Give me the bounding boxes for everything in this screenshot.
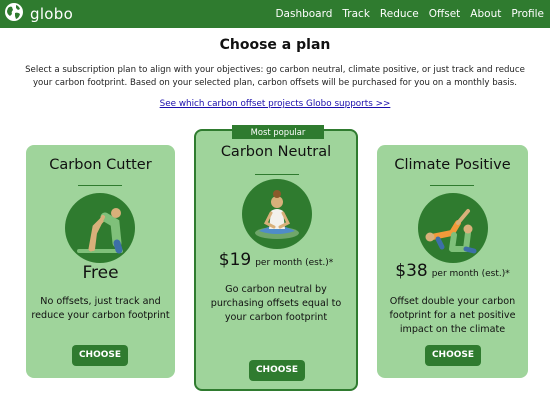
forward-bend-pose-icon [65, 193, 135, 263]
plan-card-carbon-neutral: Most popular Carbon Neutral $19 per mont… [194, 125, 358, 391]
title-divider [255, 174, 299, 175]
choose-carbon-cutter-button[interactable]: CHOOSE [72, 345, 128, 366]
most-popular-badge: Most popular [232, 125, 324, 139]
brand-name: globo [30, 5, 74, 23]
globe-icon [4, 2, 24, 26]
plan-price: $38 [395, 261, 428, 281]
brand-logo[interactable]: globo [4, 3, 73, 25]
plan-title: Carbon Neutral [220, 144, 332, 160]
plan-description: Offset double your carbon footprint for … [389, 296, 516, 335]
plan-price: Free [82, 263, 119, 283]
partner-yoga-pose-icon [418, 193, 488, 263]
page-description: Select a subscription plan to align with… [25, 65, 525, 88]
plan-price-unit: per month (est.)* [255, 258, 334, 268]
plan-description: Go carbon neutral by purchasing offsets … [210, 284, 342, 323]
title-divider [78, 185, 122, 186]
nav-link-profile[interactable]: Profile [511, 8, 544, 20]
page-title: Choose a plan [219, 37, 331, 53]
plan-price-unit: per month (est.)* [431, 269, 510, 279]
plan-price-row: Free [26, 263, 175, 283]
plan-card-carbon-cutter: Carbon Cutter Free No offsets, just trac… [26, 145, 175, 378]
nav-link-offset[interactable]: Offset [429, 8, 461, 20]
nav-link-track[interactable]: Track [342, 8, 369, 20]
choose-carbon-neutral-button[interactable]: CHOOSE [249, 360, 305, 381]
plan-title: Carbon Cutter [49, 157, 152, 173]
top-navbar: globo Dashboard Track Reduce Offset Abou… [0, 0, 550, 28]
nav-links: Dashboard Track Reduce Offset About Prof… [265, 0, 544, 28]
plan-description: No offsets, just track and reduce your c… [31, 296, 170, 321]
plan-title: Climate Positive [394, 157, 511, 173]
offset-projects-link[interactable]: See which carbon offset projects Globo s… [0, 99, 550, 109]
plan-price-row: $38 per month (est.)* [377, 261, 528, 281]
nav-link-about[interactable]: About [470, 8, 501, 20]
plan-card-climate-positive: Climate Positive $38 per month (est.)* O… [377, 145, 528, 378]
plan-price: $19 [218, 250, 252, 270]
title-divider [430, 185, 474, 186]
nav-link-reduce[interactable]: Reduce [380, 8, 419, 20]
plan-price-row: $19 per month (est.)* [196, 250, 356, 270]
choose-climate-positive-button[interactable]: CHOOSE [425, 345, 481, 366]
meditation-pose-icon [242, 179, 312, 249]
nav-link-dashboard[interactable]: Dashboard [275, 8, 332, 20]
